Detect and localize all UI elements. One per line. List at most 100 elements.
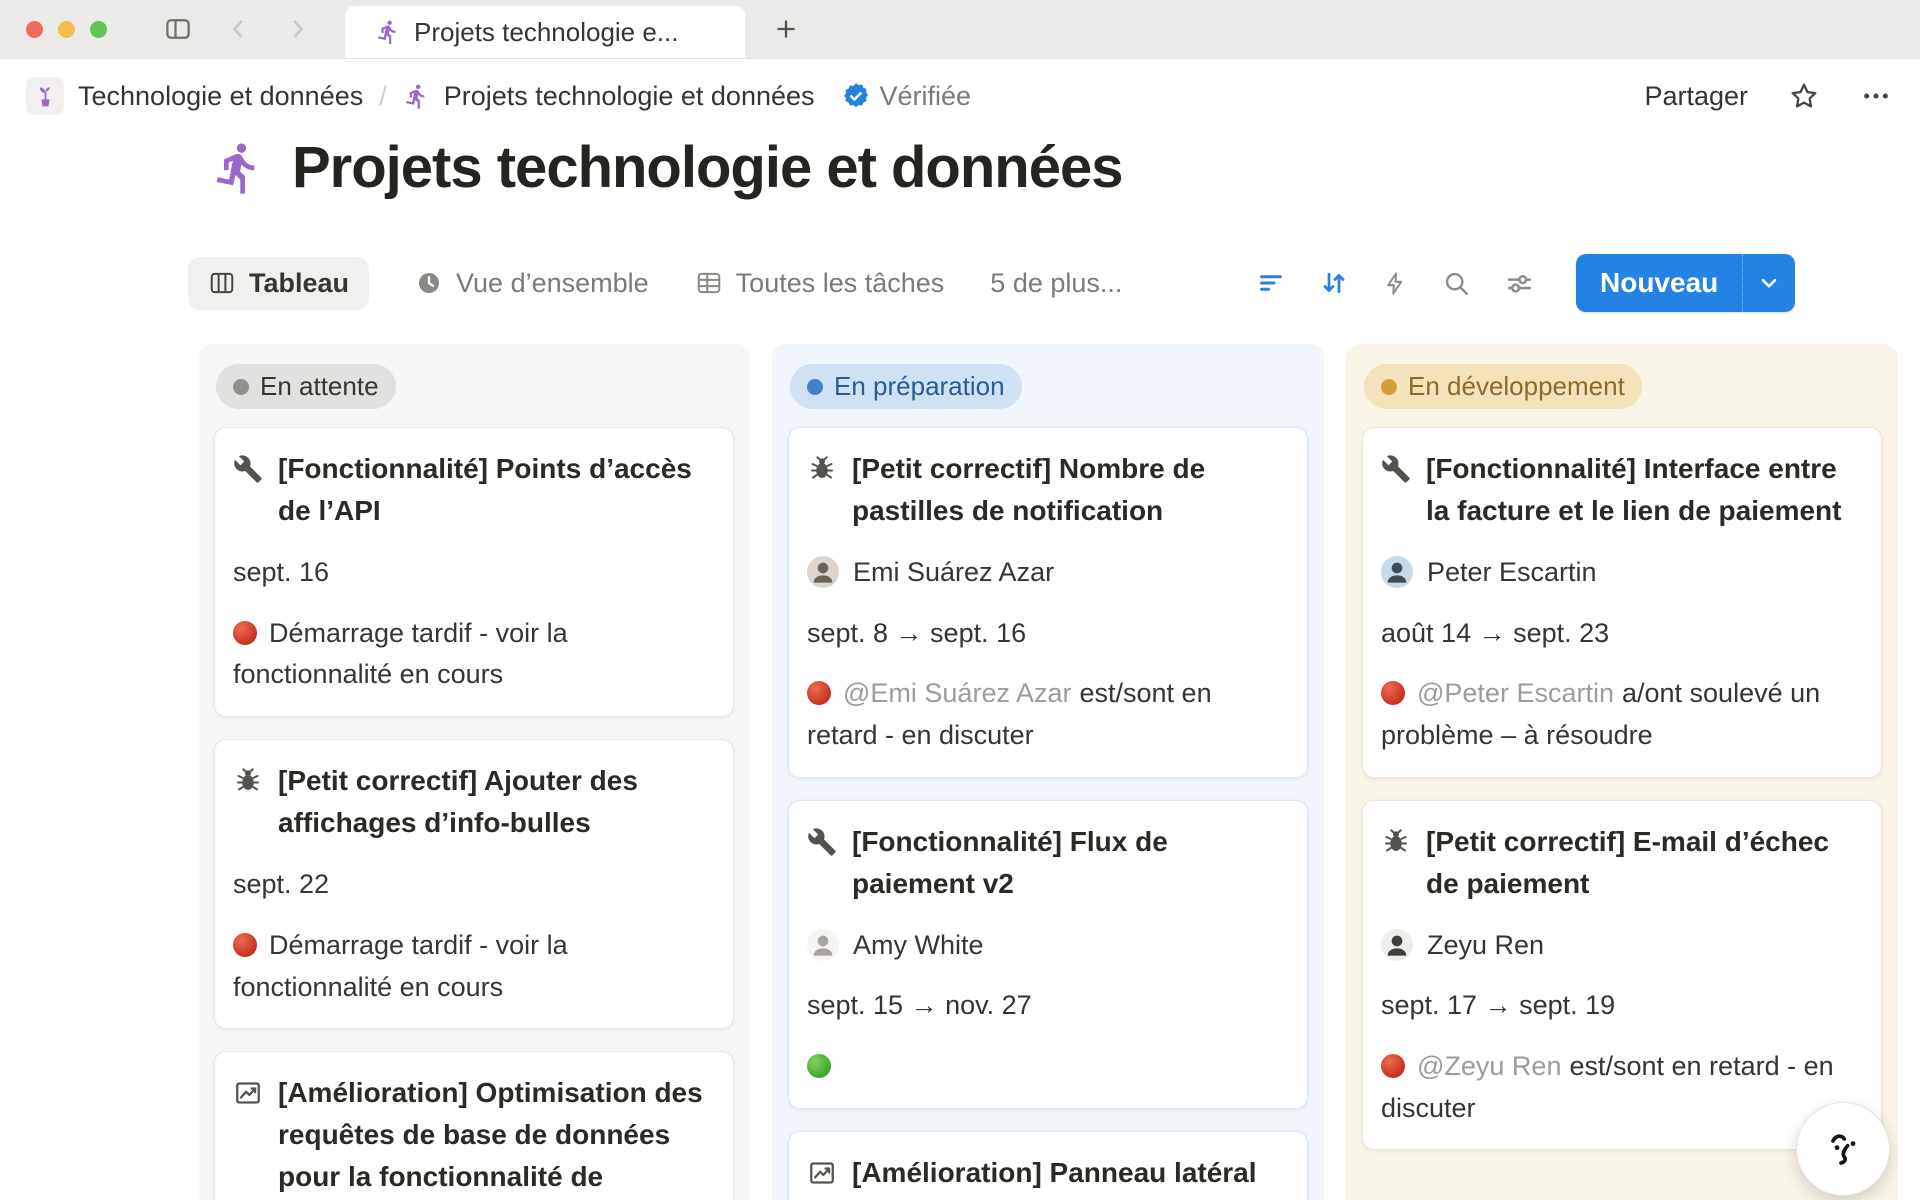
card[interactable]: [Amélioration] Panneau latéral de factur… — [788, 1131, 1308, 1200]
card[interactable]: [Fonctionnalité] Flux de paiement v2 Amy… — [788, 800, 1308, 1109]
status-dot — [807, 379, 823, 395]
page-title[interactable]: Projets technologie et données — [292, 134, 1122, 201]
runner-icon — [403, 83, 430, 110]
view-tab-tableau[interactable]: Tableau — [188, 257, 369, 310]
red-status-dot — [233, 933, 257, 957]
sidebar-toggle-icon[interactable] — [163, 14, 193, 44]
card[interactable]: [Petit correctif] Ajouter des affichages… — [214, 739, 734, 1029]
new-dropdown-button[interactable] — [1743, 254, 1795, 312]
column-en-preparation: En préparation [Petit correctif] Nombre … — [772, 344, 1324, 1200]
view-tabs: Tableau Vue d’ensemble Toutes les tâches… — [188, 252, 1122, 314]
table-icon — [695, 269, 723, 297]
verified-seal-icon — [841, 81, 871, 111]
zoom-window-button[interactable] — [90, 21, 107, 38]
wrench-icon — [233, 454, 263, 484]
status-dot — [233, 379, 249, 395]
card-person: Amy White — [807, 925, 1289, 966]
avatar — [1381, 556, 1413, 588]
share-button[interactable]: Partager — [1644, 81, 1748, 112]
card-person: Emi Suárez Azar — [807, 552, 1289, 593]
breadcrumb-page[interactable]: Projets technologie et données — [444, 81, 815, 112]
runner-icon[interactable] — [210, 140, 266, 196]
overview-icon — [415, 269, 443, 297]
person-name: Amy White — [853, 925, 984, 966]
avatar — [1381, 929, 1413, 961]
sort-icon[interactable] — [1319, 268, 1349, 298]
card-title: [Fonctionnalité] Flux de paiement v2 — [852, 821, 1289, 905]
person-mention: @Zeyu Ren — [1417, 1051, 1561, 1081]
card[interactable]: [Fonctionnalité] Interface entre la fact… — [1362, 427, 1882, 778]
card[interactable]: [Amélioration] Optimisation des requêtes… — [214, 1051, 734, 1200]
card-person: Zeyu Ren — [1381, 925, 1863, 966]
bug-icon — [807, 454, 837, 484]
column-header-pill[interactable]: En préparation — [790, 364, 1022, 409]
verified-badge[interactable]: Vérifiée — [841, 81, 972, 112]
chevron-down-icon — [1756, 270, 1782, 296]
wrench-icon — [1381, 454, 1411, 484]
card-date: sept. 17 → sept. 19 — [1381, 985, 1863, 1026]
card-status: @Emi Suárez Azarest/sont en retard - en … — [807, 673, 1289, 757]
card-status: Démarrage tardif - voir la fonctionnalit… — [233, 925, 715, 1009]
card-date: sept. 8 → sept. 16 — [807, 613, 1289, 654]
column-header-pill[interactable]: En attente — [216, 364, 396, 409]
card[interactable]: [Petit correctif] E-mail d’échec de paie… — [1362, 800, 1882, 1151]
bug-icon — [1381, 827, 1411, 857]
view-settings-sliders-icon[interactable] — [1504, 268, 1535, 299]
card-title: [Petit correctif] Nombre de pastilles de… — [852, 448, 1289, 532]
person-name: Emi Suárez Azar — [853, 552, 1054, 593]
favorite-star-icon[interactable] — [1788, 80, 1820, 112]
card-status: @Peter Escartina/ont soulevé un problème… — [1381, 673, 1863, 757]
new-button[interactable]: Nouveau — [1576, 254, 1742, 312]
notion-window: Projets technologie e... Technologie et … — [0, 0, 1920, 1200]
breadcrumb: Technologie et données / Projets technol… — [26, 70, 971, 122]
card-title: [Fonctionnalité] Interface entre la fact… — [1426, 448, 1863, 532]
card-status: @Zeyu Renest/sont en retard - en discute… — [1381, 1046, 1863, 1130]
person-name: Zeyu Ren — [1427, 925, 1544, 966]
close-window-button[interactable] — [26, 21, 43, 38]
chart-icon — [233, 1078, 263, 1108]
column-en-attente: En attente [Fonctionnalité] Points d’acc… — [198, 344, 750, 1200]
back-icon[interactable] — [224, 15, 252, 43]
tab-title: Projets technologie e... — [414, 17, 679, 48]
view-toolbar: Nouveau — [1256, 252, 1795, 314]
column-header-pill[interactable]: En développement — [1364, 364, 1642, 409]
topbar-actions: Partager — [1644, 70, 1892, 122]
browser-tab[interactable]: Projets technologie e... — [345, 6, 745, 58]
minimize-window-button[interactable] — [58, 21, 75, 38]
status-dot — [1381, 379, 1397, 395]
card[interactable]: [Fonctionnalité] Points d’accès de l’API… — [214, 427, 734, 717]
card-title: [Amélioration] Optimisation des requêtes… — [278, 1072, 715, 1200]
automation-zap-icon[interactable] — [1382, 270, 1409, 297]
new-tab-icon[interactable] — [772, 15, 800, 43]
person-mention: @Emi Suárez Azar — [843, 678, 1072, 708]
card-person: Peter Escartin — [1381, 552, 1863, 593]
ai-face-icon — [1813, 1119, 1873, 1179]
forward-icon[interactable] — [284, 15, 312, 43]
search-icon[interactable] — [1442, 269, 1471, 298]
avatar — [807, 929, 839, 961]
column-en-developpement: En développement [Fonctionnalité] Interf… — [1346, 344, 1898, 1200]
window-tab-bar: Projets technologie e... — [0, 0, 1920, 59]
card-title: [Petit correctif] Ajouter des affichages… — [278, 760, 715, 844]
card-date: sept. 15 → nov. 27 — [807, 985, 1289, 1026]
red-status-dot — [1381, 681, 1405, 705]
view-tab-toutes-les-taches[interactable]: Toutes les tâches — [695, 268, 945, 299]
card-date: sept. 22 — [233, 864, 715, 905]
person-mention: @Peter Escartin — [1417, 678, 1614, 708]
card-status — [807, 1046, 1289, 1088]
card-title: [Petit correctif] E-mail d’échec de paie… — [1426, 821, 1863, 905]
card-date: août 14 → sept. 23 — [1381, 613, 1863, 654]
more-options-icon[interactable] — [1860, 80, 1892, 112]
workspace-plant-icon[interactable] — [26, 77, 64, 115]
notion-ai-button[interactable] — [1796, 1102, 1890, 1196]
page-header: Projets technologie et données — [210, 134, 1122, 201]
breadcrumb-workspace[interactable]: Technologie et données — [78, 81, 363, 112]
view-tab-vue-densemble[interactable]: Vue d’ensemble — [415, 268, 649, 299]
view-tab-more[interactable]: 5 de plus... — [990, 268, 1122, 299]
filter-icon[interactable] — [1256, 268, 1286, 298]
avatar — [807, 556, 839, 588]
kanban-board: En attente [Fonctionnalité] Points d’acc… — [0, 344, 1920, 1200]
traffic-lights — [26, 21, 107, 38]
card[interactable]: [Petit correctif] Nombre de pastilles de… — [788, 427, 1308, 778]
card-status: Démarrage tardif - voir la fonctionnalit… — [233, 613, 715, 697]
